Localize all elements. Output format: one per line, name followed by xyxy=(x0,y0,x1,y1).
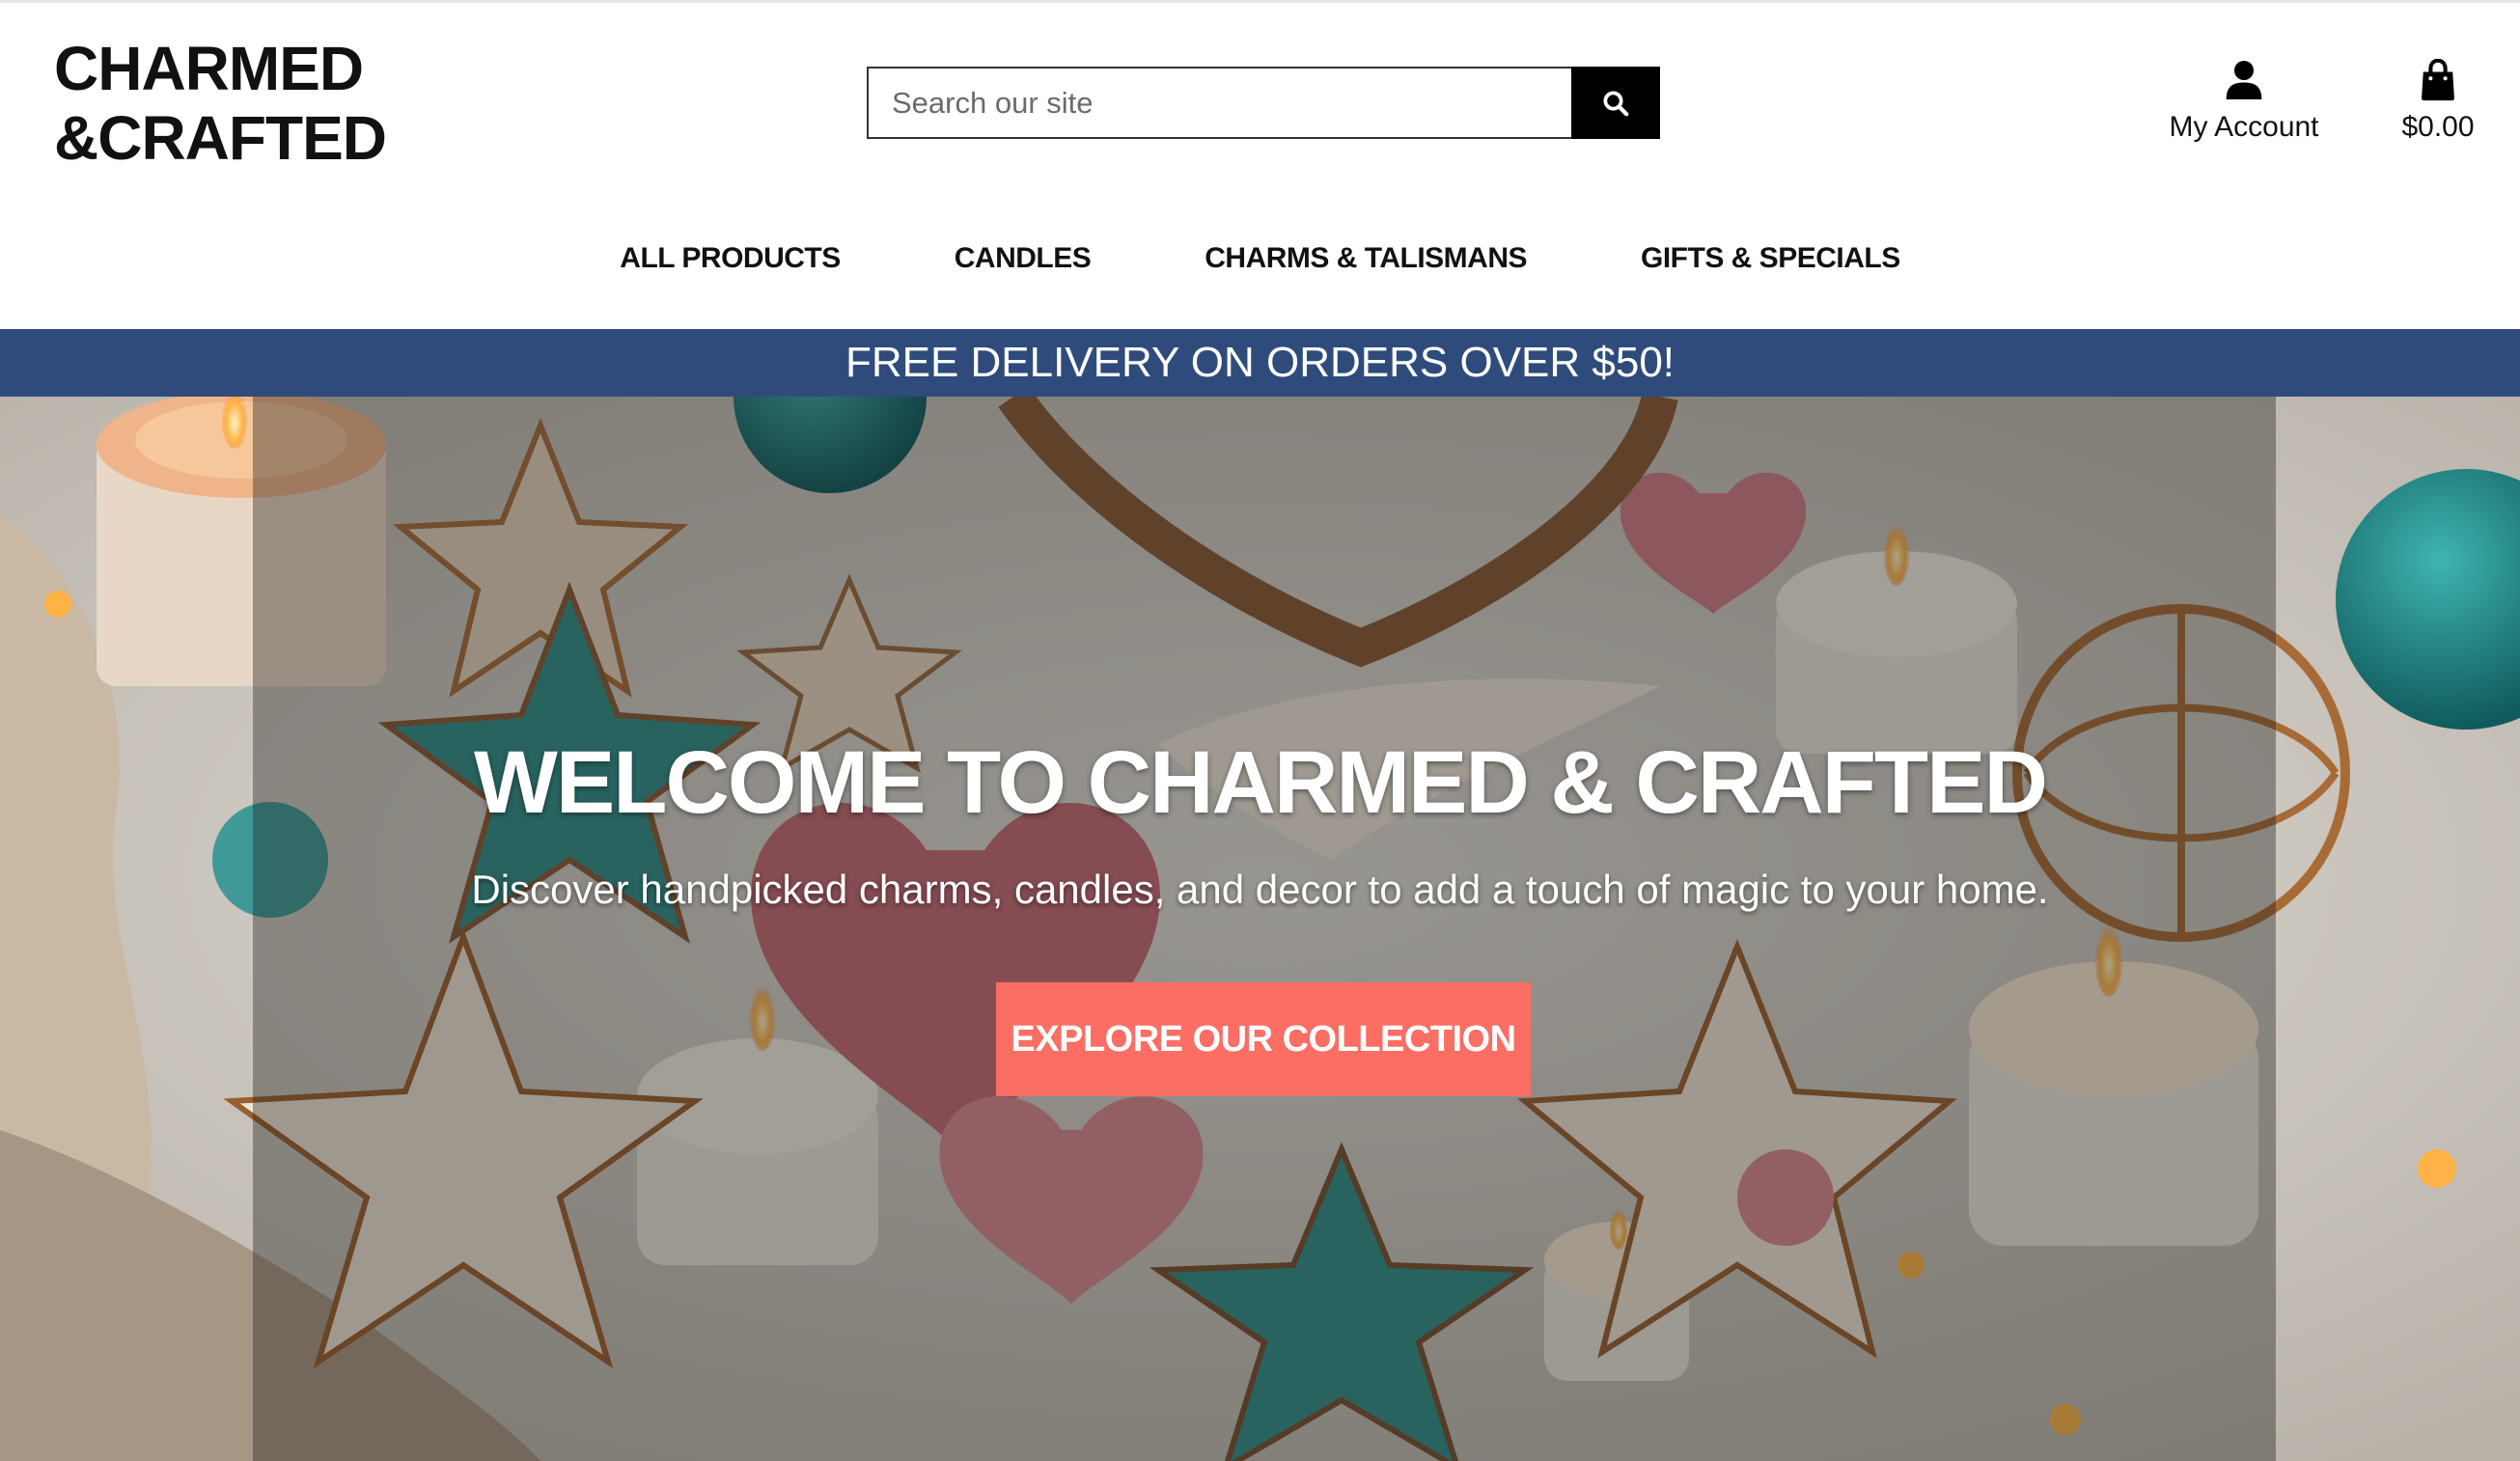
shopping-bag-icon xyxy=(2380,58,2496,105)
search-button[interactable] xyxy=(1571,67,1660,139)
user-icon xyxy=(2152,59,2336,105)
cart-total: $0.00 xyxy=(2401,111,2475,143)
nav-item-all-products[interactable]: ALL PRODUCTS xyxy=(620,225,841,294)
cart-link[interactable]: $0.00 xyxy=(2380,58,2496,144)
nav-item-charms-talismans[interactable]: CHARMS & TALISMANS xyxy=(1205,225,1527,294)
site-logo[interactable]: CHARMED &CRAFTED xyxy=(54,34,402,173)
search-form xyxy=(867,67,1660,139)
search-input[interactable] xyxy=(867,67,1571,139)
my-account-link[interactable]: My Account xyxy=(2152,59,2336,144)
hero-subtitle: Discover handpicked charms, candles, and… xyxy=(471,867,2049,912)
nav-item-candles[interactable]: CANDLES xyxy=(955,225,1092,294)
logo-line-2: &CRAFTED xyxy=(54,103,387,173)
my-account-label: My Account xyxy=(2169,111,2319,143)
search-icon xyxy=(1603,91,1629,116)
logo-line-1: CHARMED xyxy=(54,34,364,103)
explore-collection-button[interactable]: EXPLORE OUR COLLECTION xyxy=(996,982,1531,1096)
nav-item-gifts-specials[interactable]: GIFTS & SPECIALS xyxy=(1641,225,1900,294)
site-header: CHARMED &CRAFTED My Account xyxy=(0,3,2520,329)
free-delivery-banner: FREE DELIVERY ON ORDERS OVER $50! xyxy=(0,329,2520,397)
main-nav: ALL PRODUCTS CANDLES CHARMS & TALISMANS … xyxy=(0,225,2520,294)
hero-section: WELCOME TO CHARMED & CRAFTED Discover ha… xyxy=(0,397,2520,1461)
hero-overlay xyxy=(253,397,2276,1461)
hero-title: WELCOME TO CHARMED & CRAFTED xyxy=(474,733,2048,832)
